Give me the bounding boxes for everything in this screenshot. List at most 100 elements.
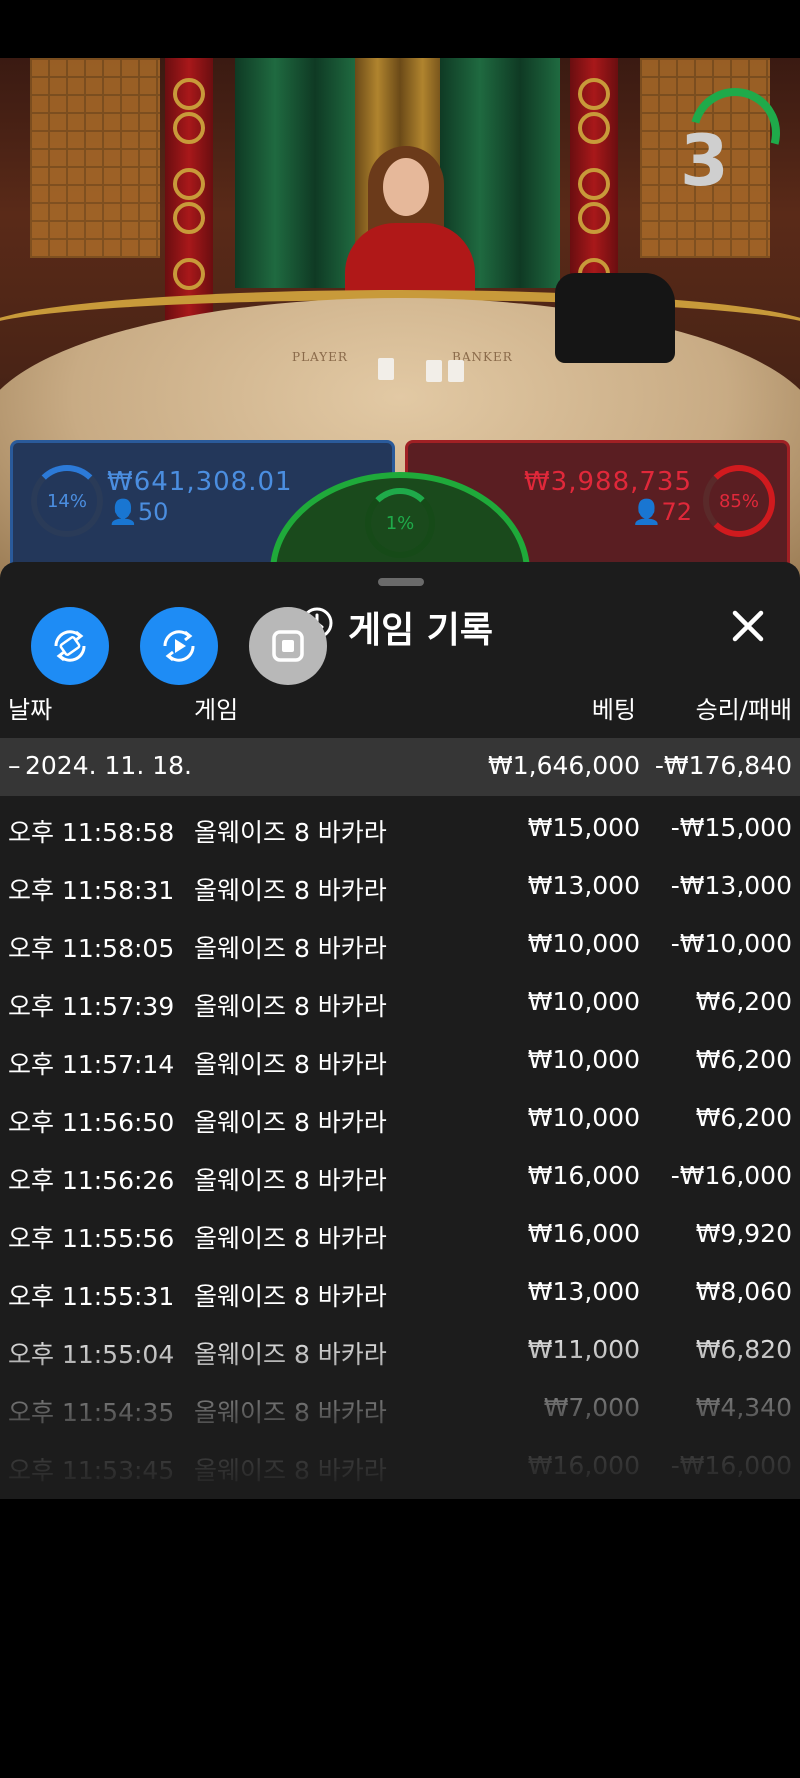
user-icon: 👤 (108, 498, 138, 526)
player-total-bet: ₩641,308.01 (107, 467, 293, 497)
history-row[interactable]: 오후 11:53:45 올웨이즈 8 바카라 ₩16,000 -₩16,000 (0, 1436, 800, 1494)
row-game-name: 올웨이즈 8 바카라 (194, 1108, 387, 1137)
row-bet-amount: ₩13,000 (527, 1277, 640, 1306)
row-time: 오후 11:55:31 (8, 1282, 175, 1311)
countdown-timer: 3 (680, 120, 729, 202)
history-row[interactable]: 오후 11:58:58 올웨이즈 8 바카라 ₩15,000 -₩15,000 (0, 798, 800, 856)
history-row[interactable]: 오후 11:56:26 올웨이즈 8 바카라 ₩16,000 -₩16,000 (0, 1146, 800, 1204)
history-row[interactable]: 오후 11:58:31 올웨이즈 8 바카라 ₩13,000 -₩13,000 (0, 856, 800, 914)
decor-pillar-left (165, 58, 213, 328)
row-bet-amount: ₩16,000 (527, 1219, 640, 1248)
row-game-name: 올웨이즈 8 바카라 (194, 1398, 387, 1427)
column-header-date: 날짜 (8, 696, 53, 724)
history-row[interactable]: 오후 11:55:56 올웨이즈 8 바카라 ₩16,000 ₩9,920 (0, 1204, 800, 1262)
row-game-name: 올웨이즈 8 바카라 (194, 934, 387, 963)
row-time: 오후 11:58:05 (8, 934, 175, 963)
game-history-sheet: 게임 기록 날짜 게임 베팅 승리/패배 – 2024. 11. 18. ₩1,… (0, 562, 800, 1499)
column-header-result: 승리/패배 (695, 696, 792, 724)
row-result-amount: ₩4,340 (695, 1393, 792, 1422)
row-result-amount: -₩10,000 (670, 929, 792, 958)
history-row[interactable]: 오후 11:55:04 올웨이즈 8 바카라 ₩11,000 ₩6,820 (0, 1320, 800, 1378)
playing-card (426, 360, 442, 382)
close-button[interactable] (726, 604, 770, 648)
stop-button[interactable] (249, 607, 327, 685)
player-bettor-count: 👤50 (108, 498, 169, 526)
card-shoe (555, 273, 675, 363)
row-game-name: 올웨이즈 8 바카라 (194, 1224, 387, 1253)
row-bet-amount: ₩16,000 (527, 1451, 640, 1480)
column-header-game: 게임 (194, 696, 239, 724)
date-group-date: 2024. 11. 18. (25, 751, 192, 780)
row-time: 오후 11:57:39 (8, 992, 175, 1021)
row-game-name: 올웨이즈 8 바카라 (194, 1340, 387, 1369)
dealer-face (383, 158, 429, 216)
sheet-title: 게임 기록 (300, 602, 493, 652)
row-game-name: 올웨이즈 8 바카라 (194, 992, 387, 1021)
playing-card (378, 358, 394, 380)
player-percent-ring: 14% (31, 465, 103, 537)
row-game-name: 올웨이즈 8 바카라 (194, 876, 387, 905)
row-bet-amount: ₩10,000 (527, 1103, 640, 1132)
date-group-result-total: -₩176,840 (654, 751, 792, 780)
swap-button[interactable] (31, 607, 109, 685)
history-list: 오후 11:58:58 올웨이즈 8 바카라 ₩15,000 -₩15,000 오후 1… (0, 798, 800, 1494)
row-result-amount: -₩16,000 (670, 1161, 792, 1190)
row-time: 오후 11:58:31 (8, 876, 175, 905)
banker-total-bet: ₩3,988,735 (523, 467, 692, 497)
row-game-name: 올웨이즈 8 바카라 (194, 1166, 387, 1195)
row-time: 오후 11:54:35 (8, 1398, 175, 1427)
row-result-amount: ₩8,060 (695, 1277, 792, 1306)
row-bet-amount: ₩7,000 (543, 1393, 640, 1422)
history-row[interactable]: 오후 11:58:05 올웨이즈 8 바카라 ₩10,000 -₩10,000 (0, 914, 800, 972)
row-time: 오후 11:55:56 (8, 1224, 175, 1253)
collapse-toggle[interactable]: – (8, 751, 21, 780)
row-bet-amount: ₩13,000 (527, 871, 640, 900)
user-icon: 👤 (631, 498, 662, 526)
row-result-amount: -₩15,000 (670, 813, 792, 842)
banker-percent-ring: 85% (703, 465, 775, 537)
playing-card (448, 360, 464, 382)
row-game-name: 올웨이즈 8 바카라 (194, 1282, 387, 1311)
row-time: 오후 11:56:50 (8, 1108, 175, 1137)
row-game-name: 올웨이즈 8 바카라 (194, 1456, 387, 1485)
history-row[interactable]: 오후 11:54:35 올웨이즈 8 바카라 ₩7,000 ₩4,340 (0, 1378, 800, 1436)
stop-icon (272, 630, 304, 662)
row-result-amount: ₩9,920 (695, 1219, 792, 1248)
date-group-row[interactable]: – 2024. 11. 18. ₩1,646,000 -₩176,840 (0, 738, 800, 796)
history-row[interactable]: 오후 11:55:31 올웨이즈 8 바카라 ₩13,000 ₩8,060 (0, 1262, 800, 1320)
column-header-bet: 베팅 (591, 696, 636, 724)
history-row[interactable]: 오후 11:56:50 올웨이즈 8 바카라 ₩10,000 ₩6,200 (0, 1088, 800, 1146)
row-bet-amount: ₩10,000 (527, 987, 640, 1016)
row-bet-amount: ₩15,000 (527, 813, 640, 842)
row-game-name: 올웨이즈 8 바카라 (194, 818, 387, 847)
history-row[interactable]: 오후 11:57:14 올웨이즈 8 바카라 ₩10,000 ₩6,200 (0, 1030, 800, 1088)
history-row[interactable]: 오후 11:57:39 올웨이즈 8 바카라 ₩10,000 ₩6,200 (0, 972, 800, 1030)
replay-button[interactable] (140, 607, 218, 685)
decor-curtain-left (235, 58, 355, 288)
row-bet-amount: ₩10,000 (527, 929, 640, 958)
replay-icon (163, 630, 195, 662)
sheet-title-text: 게임 기록 (348, 610, 494, 651)
sheet-drag-handle[interactable] (378, 578, 424, 586)
row-time: 오후 11:55:04 (8, 1340, 175, 1369)
row-bet-amount: ₩16,000 (527, 1161, 640, 1190)
table-player-label: PLAYER (292, 350, 348, 364)
banker-bettor-count: 👤72 (631, 498, 692, 526)
row-bet-amount: ₩11,000 (527, 1335, 640, 1364)
tie-percent-ring: 1% (365, 488, 435, 558)
row-result-amount: -₩16,000 (670, 1451, 792, 1480)
row-result-amount: ₩6,820 (695, 1335, 792, 1364)
row-bet-amount: ₩10,000 (527, 1045, 640, 1074)
row-time: 오후 11:57:14 (8, 1050, 175, 1079)
row-game-name: 올웨이즈 8 바카라 (194, 1050, 387, 1079)
row-result-amount: ₩6,200 (695, 1045, 792, 1074)
row-time: 오후 11:56:26 (8, 1166, 175, 1195)
row-time: 오후 11:53:45 (8, 1456, 175, 1485)
row-result-amount: ₩6,200 (695, 1103, 792, 1132)
row-result-amount: ₩6,200 (695, 987, 792, 1016)
date-group-bet-total: ₩1,646,000 (488, 751, 640, 780)
row-result-amount: -₩13,000 (670, 871, 792, 900)
decor-lattice-left (30, 58, 160, 258)
row-time: 오후 11:58:58 (8, 818, 175, 847)
close-icon (732, 610, 764, 642)
